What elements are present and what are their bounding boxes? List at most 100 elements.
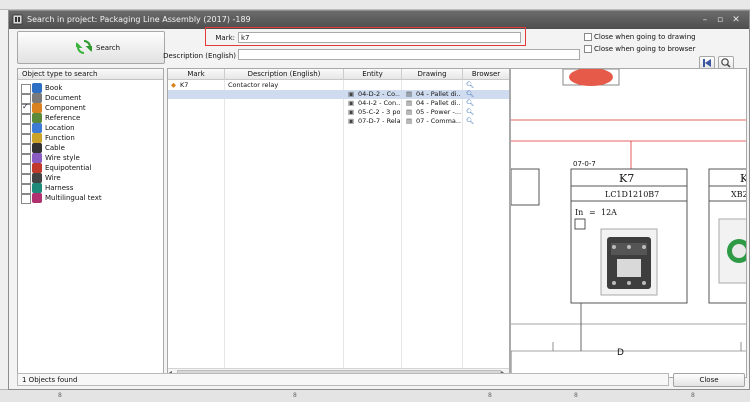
drawing-icon: ▤ <box>406 99 413 107</box>
entity-icon: ▣ <box>348 90 355 98</box>
cell-entity: 04-D-2 - Co... <box>358 90 400 98</box>
object-type-label: Component <box>45 104 86 112</box>
browser-magnifier-icon[interactable]: 🔍︎ <box>466 81 476 90</box>
book-icon <box>32 83 42 93</box>
column-header-drawing[interactable]: Drawing <box>402 69 463 80</box>
object-type-label: Book <box>45 84 63 92</box>
cell-mark <box>180 90 224 99</box>
object-type-item[interactable]: Book <box>21 83 161 94</box>
column-header-browser[interactable]: Browser <box>463 69 509 80</box>
preview-current-value: 12A <box>601 208 617 217</box>
maximize-icon[interactable]: ▫ <box>714 14 726 26</box>
background-app-toolbar <box>0 0 750 10</box>
preview-ref-label: 07-0-7 <box>573 160 596 168</box>
cell-description <box>228 108 340 117</box>
status-bar: 1 Objects found <box>17 373 669 386</box>
mark-highlight-box <box>205 27 526 46</box>
document-icon <box>32 93 42 103</box>
table-row[interactable]: ◆ K7 Contactor relay 🔍︎ <box>168 81 509 90</box>
object-type-checkbox[interactable] <box>21 194 31 204</box>
object-type-item[interactable]: Component <box>21 102 161 114</box>
object-type-item[interactable]: Location <box>21 123 161 134</box>
close-when-drawing-checkbox[interactable] <box>584 33 592 41</box>
refresh-search-icon <box>76 40 92 54</box>
preview-column-letter: D <box>617 348 624 358</box>
cell-description: Contactor relay <box>228 81 279 89</box>
close-when-drawing-label: Close when going to drawing <box>594 33 696 41</box>
close-when-browser-checkbox[interactable] <box>584 45 592 53</box>
table-row[interactable]: 05-C-2 - 3 po... 05 - Power -... ▣ ▤ 🔍︎ <box>168 108 509 117</box>
wire-style-icon <box>32 153 42 163</box>
search-button[interactable]: Search <box>17 31 165 64</box>
object-type-item[interactable]: Reference <box>21 113 161 124</box>
cell-description <box>228 117 340 126</box>
multilingual-text-icon <box>32 193 42 203</box>
drawing-preview[interactable]: 07-0-7 K7 LC1D1210B7 In = 12A K XB2 D <box>510 68 747 378</box>
description-input[interactable] <box>238 49 580 60</box>
preview-neighbor-ref: XB2 <box>731 190 747 199</box>
preview-current-eq: = <box>589 208 596 217</box>
close-button[interactable]: Close <box>673 373 745 387</box>
cell-entity: 04-I-2 - Con... <box>358 99 400 107</box>
table-row[interactable]: 04-D-2 - Co... 04 - Pallet di... ▣ ▤ 🔍︎ <box>168 90 509 99</box>
cell-mark <box>180 99 224 108</box>
browser-magnifier-icon[interactable]: 🔍︎ <box>466 117 476 126</box>
reference-icon <box>32 113 42 123</box>
object-type-label: Harness <box>45 184 74 192</box>
object-type-item[interactable]: Harness <box>21 183 161 194</box>
object-type-item[interactable]: Document <box>21 93 161 104</box>
object-type-header: Object type to search <box>18 69 163 80</box>
search-button-label: Search <box>96 44 121 52</box>
description-label: Description (English) <box>163 52 236 60</box>
cell-drawing: 04 - Pallet di... <box>416 90 461 98</box>
object-type-item[interactable]: Wire style <box>21 153 161 164</box>
drawing-icon: ▤ <box>406 90 413 98</box>
drawing-icon: ▤ <box>406 117 413 125</box>
app-icon <box>12 14 23 25</box>
window-title: Search in project: Packaging Line Assemb… <box>27 15 251 24</box>
results-grid: Mark Description (English) Entity Drawin… <box>167 68 510 378</box>
cell-drawing: 04 - Pallet di... <box>416 99 461 107</box>
cable-icon <box>32 143 42 153</box>
table-row[interactable]: 07-D-7 - Rela... 07 - Comma... ▣ ▤ 🔍︎ <box>168 117 509 126</box>
location-icon <box>32 123 42 133</box>
preview-component-ref: LC1D1210B7 <box>605 190 660 199</box>
component-icon: ◆ <box>171 81 176 89</box>
object-type-label: Document <box>45 94 82 102</box>
object-type-item[interactable]: Function <box>21 133 161 144</box>
component-icon <box>32 103 42 113</box>
column-header-description[interactable]: Description (English) <box>225 69 344 80</box>
object-type-item[interactable]: Wire <box>21 173 161 184</box>
entity-icon: ▣ <box>348 99 355 107</box>
cell-drawing <box>416 81 461 90</box>
preview-component-mark: K7 <box>619 172 635 185</box>
cell-drawing: 05 - Power -... <box>416 108 461 116</box>
entity-icon: ▣ <box>348 108 355 116</box>
object-type-label: Wire <box>45 174 61 182</box>
minimize-icon[interactable]: – <box>699 14 711 26</box>
close-icon[interactable]: ✕ <box>730 14 742 26</box>
object-type-label: Location <box>45 124 75 132</box>
object-type-item[interactable]: Multilingual text <box>21 193 161 204</box>
column-header-entity[interactable]: Entity <box>344 69 402 80</box>
object-type-panel: Object type to search Book Document Compon… <box>17 68 164 375</box>
cell-entity: 05-C-2 - 3 po... <box>358 108 400 116</box>
browser-magnifier-icon[interactable]: 🔍︎ <box>466 108 476 117</box>
drawing-icon: ▤ <box>406 108 413 116</box>
results-header: Mark Description (English) Entity Drawin… <box>168 69 509 80</box>
browser-magnifier-icon[interactable]: 🔍︎ <box>466 90 476 99</box>
object-type-label: Cable <box>45 144 65 152</box>
object-type-item[interactable]: Equipotential <box>21 163 161 174</box>
function-icon <box>32 133 42 143</box>
harness-icon <box>32 183 42 193</box>
ruler-tick: 8 <box>574 392 578 399</box>
ruler-tick: 8 <box>293 392 297 399</box>
ruler-tick: 8 <box>691 392 695 399</box>
browser-magnifier-icon[interactable]: 🔍︎ <box>466 99 476 108</box>
table-row[interactable]: 04-I-2 - Con... 04 - Pallet di... ▣ ▤ 🔍︎ <box>168 99 509 108</box>
object-type-label: Multilingual text <box>45 194 102 202</box>
search-dialog: Search in project: Packaging Line Assemb… <box>8 10 750 390</box>
preview-current-label: In <box>575 208 584 217</box>
column-header-mark[interactable]: Mark <box>168 69 225 80</box>
object-type-item[interactable]: Cable <box>21 143 161 154</box>
